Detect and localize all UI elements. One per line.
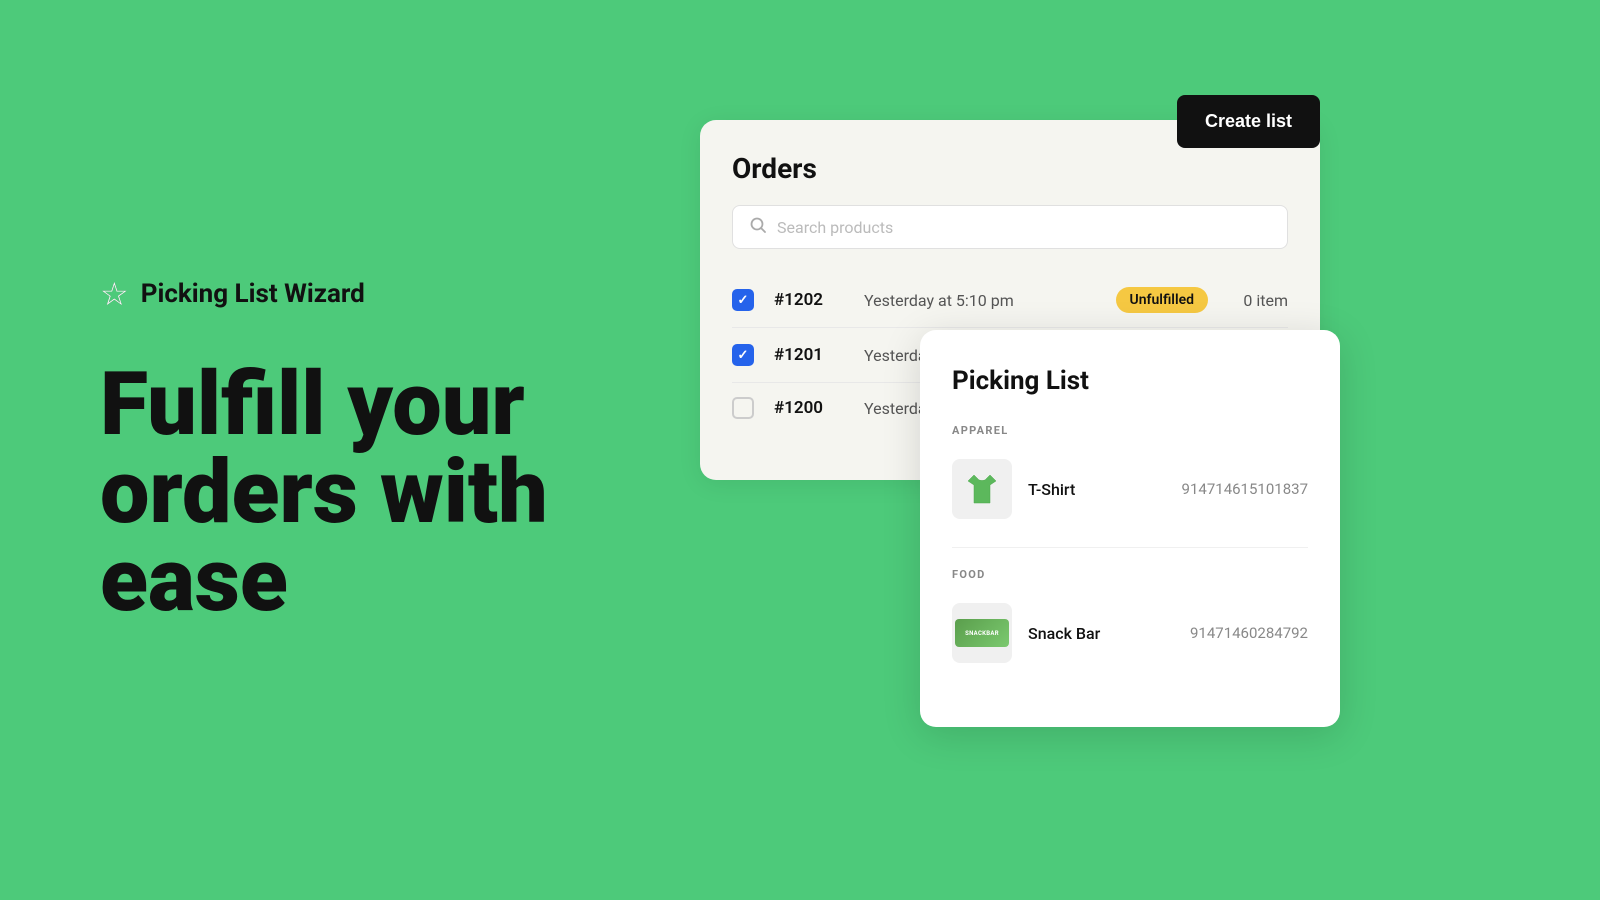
search-placeholder: Search products — [777, 218, 893, 237]
hero-line1: Fulfill your — [100, 361, 680, 449]
create-list-button[interactable]: Create list — [1177, 95, 1320, 148]
order-id-1201: #1201 — [774, 345, 844, 365]
product-name-tshirt: T-Shirt — [1028, 480, 1166, 499]
right-section: Create list Orders Search products #1202… — [640, 0, 1600, 900]
snack-bar-label: SNACKBAR — [965, 630, 999, 637]
product-name-snackbar: Snack Bar — [1028, 624, 1174, 643]
hero-text: Fulfill your orders with ease — [100, 361, 680, 625]
order-id-1202: #1202 — [774, 290, 844, 310]
logo-row: ☆ Picking List Wizard — [100, 275, 680, 313]
brand-name: Picking List Wizard — [141, 279, 365, 309]
order-checkbox-1202[interactable] — [732, 289, 754, 311]
category-food-label: FOOD — [952, 568, 1308, 581]
search-icon — [749, 216, 767, 238]
picking-list-panel: Picking List APPAREL T-Shirt 91471461510… — [920, 330, 1340, 727]
search-bar[interactable]: Search products — [732, 205, 1288, 249]
hero-line3: ease — [100, 537, 680, 625]
order-row: #1202 Yesterday at 5:10 pm Unfulfilled 0… — [732, 273, 1288, 328]
product-image-snackbar: SNACKBAR — [952, 603, 1012, 663]
orders-title: Orders — [732, 152, 1288, 185]
product-image-tshirt — [952, 459, 1012, 519]
left-branding-section: ☆ Picking List Wizard Fulfill your order… — [100, 0, 680, 900]
snack-bar-graphic: SNACKBAR — [955, 619, 1009, 647]
star-icon: ☆ — [100, 275, 129, 313]
order-status-1202: Unfulfilled — [1116, 287, 1209, 313]
order-time-1202: Yesterday at 5:10 pm — [864, 291, 1096, 310]
order-checkbox-1201[interactable] — [732, 344, 754, 366]
product-sku-snackbar: 91471460284792 — [1190, 624, 1308, 642]
product-row-snackbar: SNACKBAR Snack Bar 91471460284792 — [952, 595, 1308, 671]
order-checkbox-1200[interactable] — [732, 397, 754, 419]
category-apparel-label: APPAREL — [952, 424, 1308, 437]
order-id-1200: #1200 — [774, 398, 844, 418]
divider — [952, 547, 1308, 548]
order-item-count-1202: 0 item — [1228, 291, 1288, 310]
product-row-tshirt: T-Shirt 914714615101837 — [952, 451, 1308, 527]
hero-line2: orders with — [100, 449, 680, 537]
picking-list-title: Picking List — [952, 366, 1308, 396]
product-sku-tshirt: 914714615101837 — [1182, 480, 1308, 498]
